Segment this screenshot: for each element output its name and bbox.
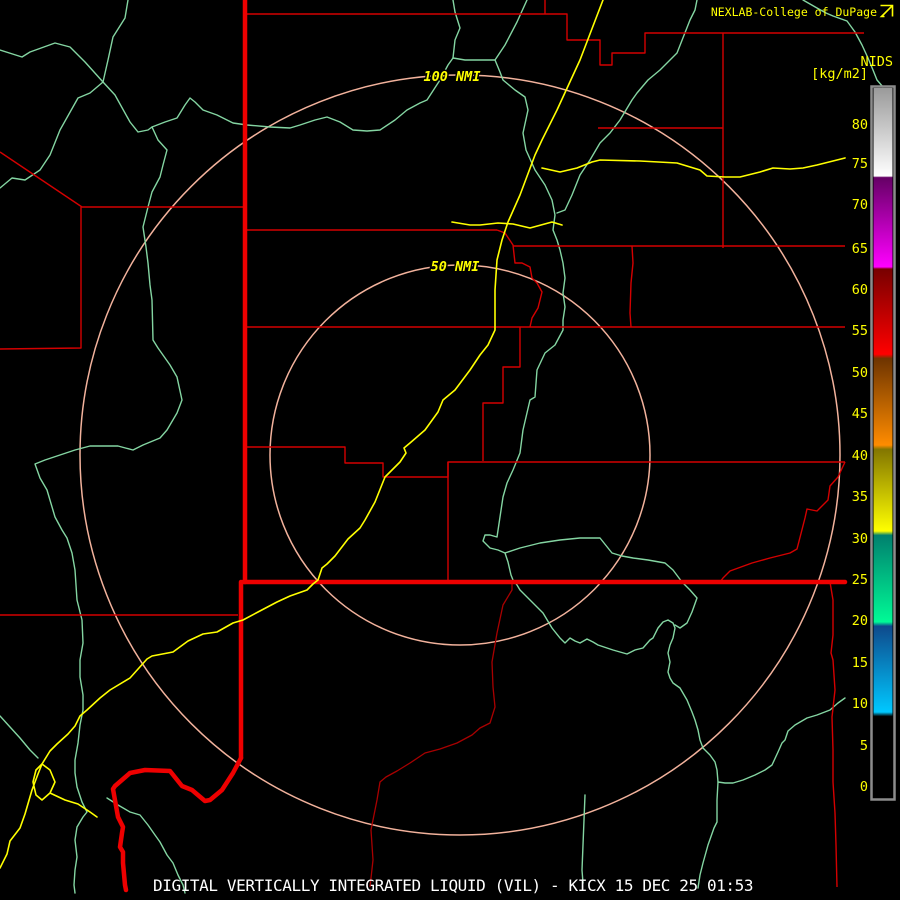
brand-text: NEXLAB-College of DuPage [711,5,877,19]
scale-tick-label: 45 [852,406,868,422]
scale-tick-label: 10 [852,696,868,712]
scale-tick-label: 35 [852,489,868,505]
range-ring-50nmi-label: 50 NMI [431,259,480,275]
scale-tick-label: 15 [852,655,868,671]
range-ring-100nmi-label: 100 NMI [424,69,481,85]
color-scale-units: [kg/m2] [811,66,868,82]
color-scale-bar [873,88,893,798]
scale-tick-label: 70 [852,197,868,213]
radar-viewer: 100 NMI 50 NMI NIDS [kg/m2] 80 75 70 65 60 55… [0,0,900,900]
scale-tick-label: 80 [852,117,868,133]
scale-tick-label: 65 [852,241,868,257]
scale-tick-label: 55 [852,323,868,339]
scale-tick-label: 5 [860,738,868,754]
radar-map-canvas[interactable]: 100 NMI 50 NMI NIDS [kg/m2] 807570656055… [0,0,900,900]
scale-tick-label: 75 [852,156,868,172]
scale-tick-label: 40 [852,448,868,464]
product-caption: DIGITAL VERTICALLY INTEGRATED LIQUID (VI… [153,876,753,895]
scale-tick-label: 25 [852,572,868,588]
scale-tick-label: 0 [860,779,868,795]
map-background [0,0,900,900]
scale-tick-label: 30 [852,531,868,547]
scale-tick-label: 60 [852,282,868,298]
scale-tick-label: 20 [852,613,868,629]
scale-tick-label: 50 [852,365,868,381]
header: NEXLAB-College of DuPage [711,4,894,19]
